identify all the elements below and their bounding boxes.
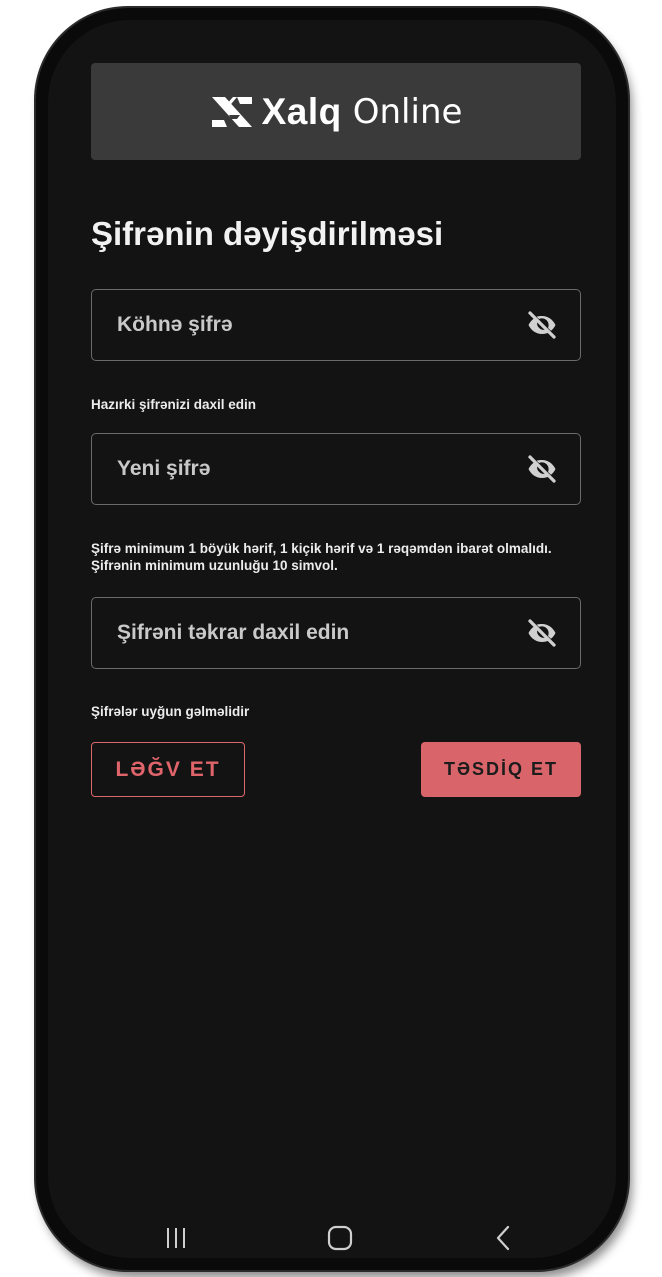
system-navigation-bar bbox=[48, 1208, 616, 1258]
repeat-password-helper: Şifrələr uyğun gəlməlidir bbox=[91, 704, 250, 719]
confirm-button[interactable]: TƏSDİQ ET bbox=[421, 742, 581, 797]
back-icon bbox=[496, 1225, 510, 1251]
back-button[interactable] bbox=[474, 1208, 534, 1258]
home-button[interactable] bbox=[310, 1208, 370, 1258]
recent-apps-icon bbox=[167, 1228, 185, 1248]
old-password-input[interactable] bbox=[117, 313, 522, 337]
logo-text-bold: Xalq bbox=[261, 90, 342, 132]
xalq-logo-icon bbox=[211, 96, 252, 127]
new-password-field bbox=[91, 433, 581, 505]
toggle-visibility-button[interactable] bbox=[522, 305, 562, 345]
phone-frame: Xalq Online Şifrənin dəyişdirilməsi Hazır… bbox=[36, 8, 628, 1270]
toggle-visibility-button[interactable] bbox=[522, 613, 562, 653]
cancel-button[interactable]: LƏĞV ET bbox=[91, 742, 245, 797]
eye-off-icon bbox=[528, 311, 556, 339]
repeat-password-input[interactable] bbox=[117, 621, 522, 645]
eye-off-icon bbox=[528, 619, 556, 647]
app-logo: Xalq Online bbox=[210, 90, 463, 133]
eye-off-icon bbox=[528, 455, 556, 483]
page-title: Şifrənin dəyişdirilməsi bbox=[91, 215, 444, 252]
new-password-helper: Şifrə minimum 1 böyük hərif, 1 kiçik hər… bbox=[91, 541, 552, 573]
old-password-helper: Hazırki şifrənizi daxil edin bbox=[91, 397, 257, 412]
repeat-password-field bbox=[91, 597, 581, 669]
logo-header: Xalq Online bbox=[91, 63, 581, 160]
toggle-visibility-button[interactable] bbox=[522, 449, 562, 489]
home-icon bbox=[327, 1225, 353, 1251]
logo-text-light: Online bbox=[352, 91, 463, 132]
recent-apps-button[interactable] bbox=[146, 1208, 206, 1258]
app-screen: Xalq Online Şifrənin dəyişdirilməsi Hazır… bbox=[48, 20, 616, 1258]
old-password-field bbox=[91, 289, 581, 361]
new-password-input[interactable] bbox=[117, 457, 522, 481]
